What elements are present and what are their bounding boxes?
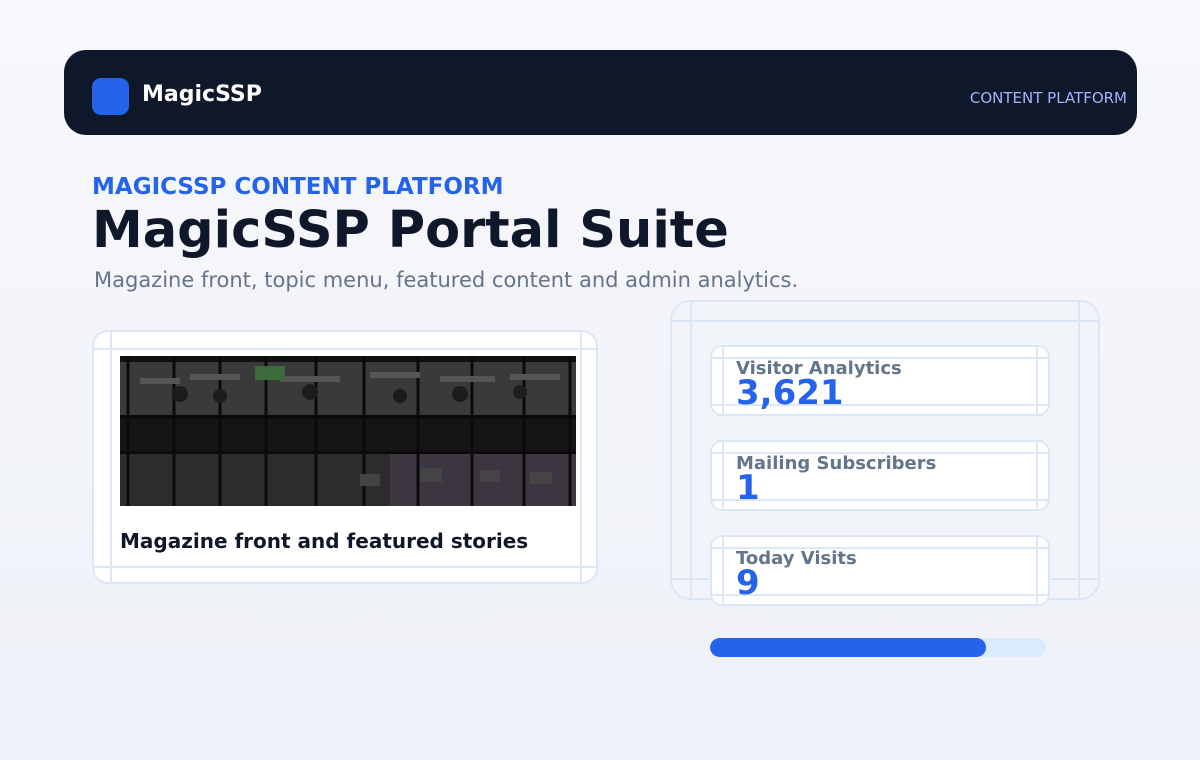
featured-stories-caption: Magazine front and featured stories xyxy=(120,529,529,553)
stat-card-visitor-analytics[interactable]: Visitor Analytics 3,621 xyxy=(710,345,1050,416)
stat-card-mailing-subscribers[interactable]: Mailing Subscribers 1 xyxy=(710,440,1050,511)
brand-logo-icon[interactable] xyxy=(92,78,129,115)
card-frame-line xyxy=(94,348,596,350)
card-frame-line xyxy=(94,566,596,568)
featured-office-photo[interactable] xyxy=(120,356,576,506)
office-photo-icon xyxy=(120,356,576,506)
progress-bar xyxy=(710,638,1046,657)
panel-frame-line xyxy=(690,302,692,598)
page-subtitle: Magazine front, topic menu, featured con… xyxy=(94,268,799,292)
progress-bar-fill xyxy=(710,638,986,657)
stat-value: 1 xyxy=(736,468,760,508)
top-navbar: MagicSSP CONTENT PLATFORM xyxy=(64,50,1137,135)
card-frame-line xyxy=(712,499,1048,501)
featured-stories-card[interactable]: Magazine front and featured stories xyxy=(92,330,598,584)
page-title: MagicSSP Portal Suite xyxy=(92,201,729,260)
panel-frame-line xyxy=(1078,302,1080,598)
stat-value: 3,621 xyxy=(736,373,844,413)
stat-card-today-visits[interactable]: Today Visits 9 xyxy=(710,535,1050,606)
stat-label: Mailing Subscribers xyxy=(736,453,937,474)
brand-name[interactable]: MagicSSP xyxy=(142,81,262,109)
nav-platform-label[interactable]: CONTENT PLATFORM xyxy=(970,88,1127,108)
panel-frame-line xyxy=(672,320,1098,322)
hero-eyebrow: MAGICSSP CONTENT PLATFORM xyxy=(92,174,504,200)
card-frame-line xyxy=(712,594,1048,596)
card-frame-line xyxy=(580,332,582,582)
card-frame-line xyxy=(110,332,112,582)
stat-value: 9 xyxy=(736,563,760,603)
